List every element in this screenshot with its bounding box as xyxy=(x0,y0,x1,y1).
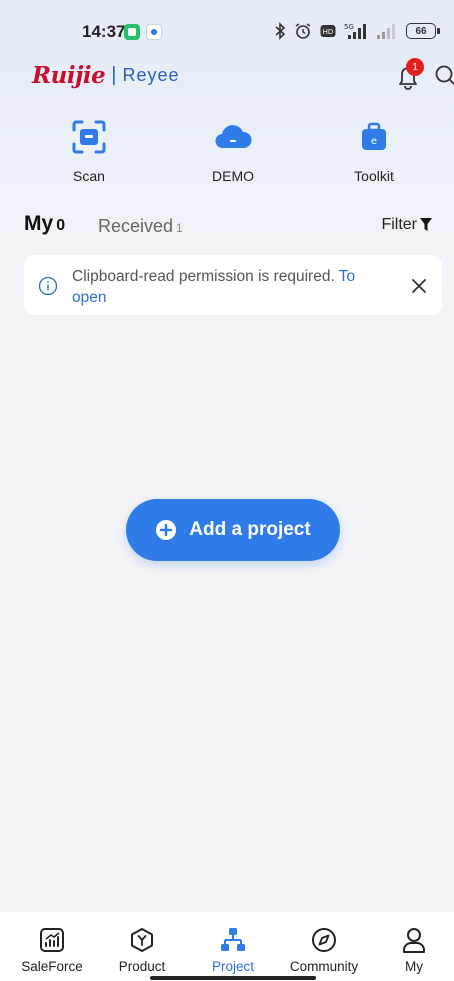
filter-button[interactable]: Filter xyxy=(381,216,432,234)
nav-product[interactable]: Product xyxy=(97,926,187,974)
brand-secondary: Reyee xyxy=(122,65,180,85)
status-indicators: HD 5G 66 xyxy=(274,20,440,42)
toolkit-label: Toolkit xyxy=(354,168,394,184)
compass-icon xyxy=(312,928,336,952)
nav-saleforce[interactable]: SaleForce xyxy=(7,926,97,974)
filter-icon xyxy=(420,218,432,231)
filter-label: Filter xyxy=(381,216,417,233)
signal-5g-icon: 5G xyxy=(344,23,366,39)
nav-community-label: Community xyxy=(289,959,359,974)
bluetooth-icon xyxy=(275,22,286,40)
svg-text:HD: HD xyxy=(323,28,334,36)
nav-community[interactable]: Community xyxy=(279,926,369,974)
close-icon[interactable] xyxy=(408,275,430,297)
tab-received-count: 1 xyxy=(176,221,183,235)
app-notification-icon xyxy=(146,24,162,40)
cloud-icon xyxy=(215,125,252,149)
info-icon xyxy=(38,276,58,296)
permission-notice: Clipboard-read permission is required. T… xyxy=(24,255,442,315)
search-icon[interactable] xyxy=(434,64,454,88)
scan-label: Scan xyxy=(73,168,105,184)
tab-received[interactable]: Received 1 xyxy=(98,216,183,237)
notification-badge: 1 xyxy=(406,58,424,76)
svg-text:e: e xyxy=(371,136,377,147)
demo-label: DEMO xyxy=(212,168,254,184)
product-icon xyxy=(131,928,153,952)
nav-product-label: Product xyxy=(118,959,166,974)
notice-message: Clipboard-read permission is required. xyxy=(72,268,335,285)
status-bar: 14:37 HD 5G 66 xyxy=(0,0,454,60)
hd-icon: HD xyxy=(320,25,336,37)
tab-my-label: My xyxy=(24,212,54,235)
saleforce-icon xyxy=(40,928,64,952)
svg-text:5G: 5G xyxy=(344,23,354,31)
bottom-nav: SaleForce Product Project Community My xyxy=(0,912,454,981)
nav-my[interactable]: My xyxy=(369,926,454,974)
scan-button[interactable]: Scan xyxy=(39,118,139,184)
brand-primary: Ruijie xyxy=(32,62,106,89)
add-project-label: Add a project xyxy=(189,519,311,540)
user-icon xyxy=(403,928,425,953)
project-tabs: My 0 Received 1 Filter xyxy=(0,210,454,246)
tab-received-label: Received xyxy=(98,216,174,236)
toolkit-icon: e xyxy=(362,122,386,150)
tab-my-count: 0 xyxy=(56,217,66,234)
tab-my[interactable]: My 0 xyxy=(24,212,65,236)
quick-actions: Scan DEMO e Toolkit xyxy=(0,118,454,188)
chat-app-icon xyxy=(124,24,140,40)
status-time: 14:37 xyxy=(82,22,126,41)
nav-saleforce-label: SaleForce xyxy=(21,959,83,974)
demo-button[interactable]: DEMO xyxy=(183,118,283,184)
nav-my-label: My xyxy=(405,959,423,974)
app-header: Ruijie | Reyee 1 xyxy=(0,58,454,98)
home-indicator[interactable] xyxy=(150,976,316,980)
plus-circle-icon xyxy=(156,520,177,540)
notice-text: Clipboard-read permission is required. T… xyxy=(72,266,382,308)
add-project-button[interactable]: Add a project xyxy=(126,499,340,561)
brand-separator: | xyxy=(111,64,117,86)
battery-icon: 66 xyxy=(406,23,440,39)
project-icon xyxy=(221,928,245,951)
nav-project-label: Project xyxy=(211,959,255,974)
nav-project[interactable]: Project xyxy=(188,926,278,974)
signal-icon xyxy=(377,24,395,39)
scan-icon xyxy=(72,120,106,154)
toolkit-button[interactable]: e Toolkit xyxy=(324,118,424,184)
brand-logo: Ruijie | Reyee xyxy=(32,62,180,89)
alarm-icon xyxy=(295,23,311,39)
